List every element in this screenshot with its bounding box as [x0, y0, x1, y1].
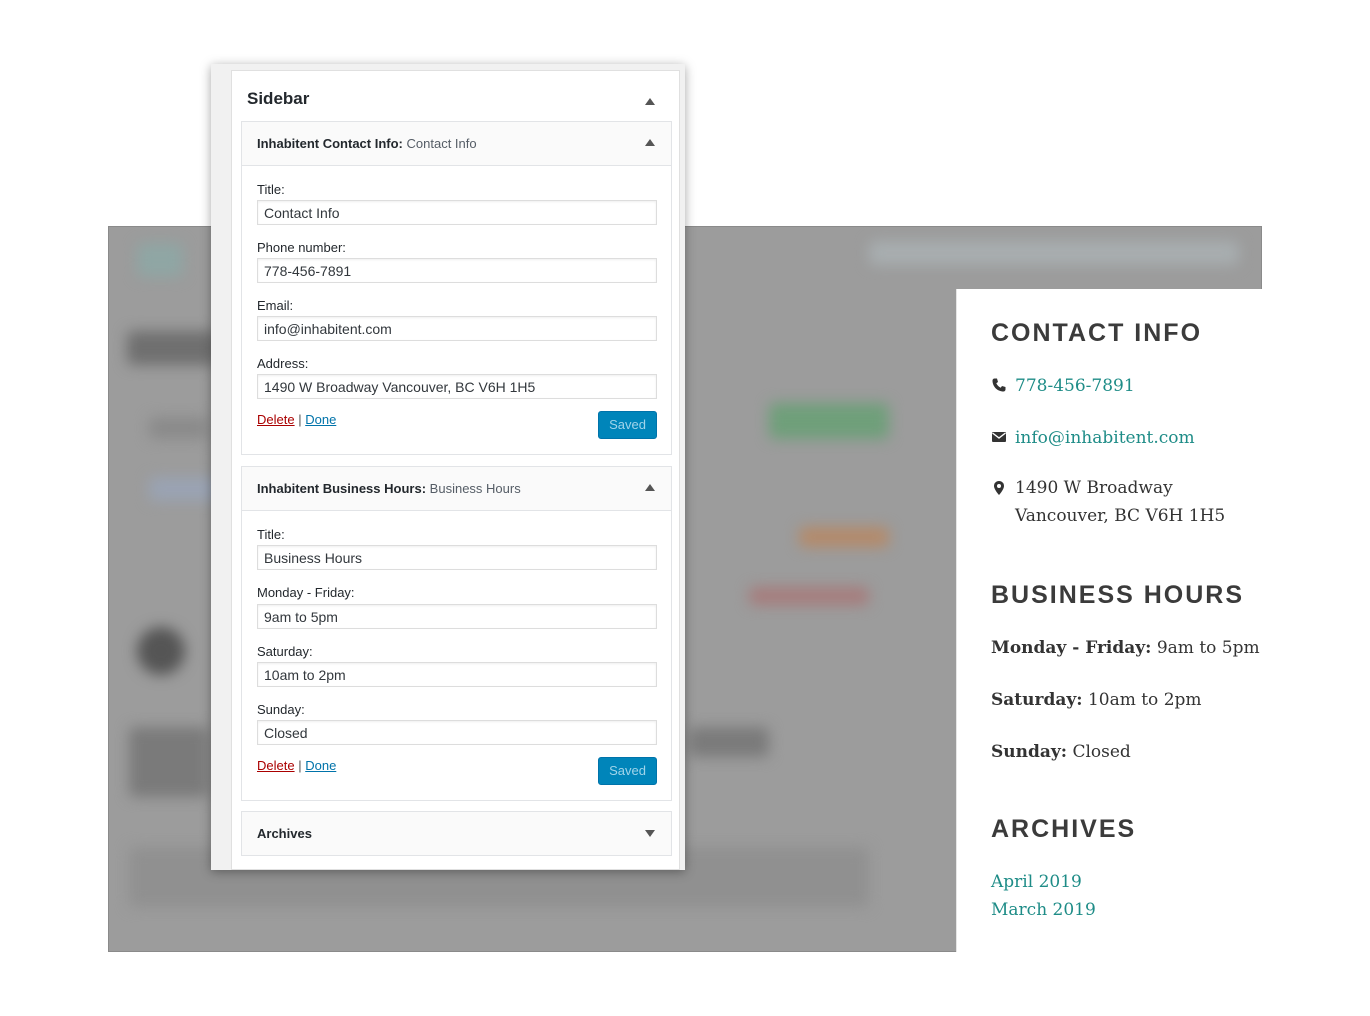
- blurred-logo: [137, 243, 183, 277]
- contact-info-heading: CONTACT INFO: [991, 319, 1203, 347]
- archive-item: April 2019: [991, 872, 1082, 892]
- sidebar-title: Sidebar: [247, 89, 310, 108]
- hours-day: Sunday:: [991, 742, 1068, 762]
- widget-separator: :: [398, 136, 403, 151]
- business-hours-widget: Inhabitent Business Hours: Business Hour…: [241, 466, 672, 801]
- address-line-1: 1490 W Broadway: [1015, 478, 1173, 498]
- widget-actions: Delete | Done: [257, 412, 336, 427]
- email-input[interactable]: [257, 316, 657, 341]
- saved-button[interactable]: Saved: [598, 411, 657, 439]
- widget-collapse-icon[interactable]: [645, 484, 655, 491]
- archives-widget[interactable]: Archives: [241, 811, 672, 856]
- title-input[interactable]: [257, 200, 657, 225]
- widget-header[interactable]: Archives: [242, 812, 671, 855]
- blurred-heading: [127, 331, 217, 365]
- blurred-text-1: [149, 417, 209, 439]
- title-label: Title:: [257, 527, 285, 542]
- widget-title: Inhabitent Business Hours: Business Hour…: [257, 481, 521, 496]
- widget-subtitle: Business Hours: [429, 481, 521, 496]
- archives-heading: ARCHIVES: [991, 815, 1137, 843]
- widget-name: Inhabitent Contact Info: [257, 136, 399, 151]
- widget-separator: :: [421, 481, 427, 496]
- map-pin-icon: [994, 481, 1004, 495]
- hours-row: Saturday: 10am to 2pm: [991, 690, 1202, 710]
- envelope-icon: [992, 432, 1006, 442]
- archive-link[interactable]: March 2019: [991, 900, 1096, 920]
- blurred-heading-2: [129, 727, 209, 797]
- phone-row: 778-456-7891: [991, 376, 1135, 396]
- hours-day: Monday - Friday:: [991, 638, 1152, 658]
- delete-link[interactable]: Delete: [257, 412, 295, 427]
- archive-item: March 2019: [991, 900, 1096, 920]
- widget-subtitle: Contact Info: [406, 136, 477, 151]
- blurred-orange-bar: [799, 527, 889, 547]
- title-input[interactable]: [257, 545, 657, 570]
- widget-collapse-icon[interactable]: [645, 139, 655, 146]
- address-input[interactable]: [257, 374, 657, 399]
- title-label: Title:: [257, 182, 285, 197]
- widget-header[interactable]: Inhabitent Contact Info: Contact Info: [242, 122, 671, 166]
- weekday-label: Monday - Friday:: [257, 585, 355, 600]
- blurred-avatar: [137, 627, 185, 675]
- saturday-label: Saturday:: [257, 644, 313, 659]
- phone-input[interactable]: [257, 258, 657, 283]
- sunday-label: Sunday:: [257, 702, 305, 717]
- action-divider: |: [298, 412, 302, 427]
- widget-title: Archives: [257, 826, 312, 841]
- email-row: info@inhabitent.com: [991, 428, 1195, 448]
- sunday-input[interactable]: [257, 720, 657, 745]
- blurred-red-bar: [749, 587, 869, 605]
- done-link[interactable]: Done: [305, 758, 336, 773]
- widget-actions: Delete | Done: [257, 758, 336, 773]
- sidebar-collapse-icon[interactable]: [645, 98, 655, 105]
- front-sidebar: CONTACT INFO 778-456-7891 info@inhabiten…: [956, 289, 1262, 952]
- hours-row: Sunday: Closed: [991, 742, 1131, 762]
- hours-day: Saturday:: [991, 690, 1083, 710]
- email-label: Email:: [257, 298, 294, 313]
- phone-link[interactable]: 778-456-7891: [1015, 376, 1135, 396]
- saturday-input[interactable]: [257, 662, 657, 687]
- weekday-input[interactable]: [257, 604, 657, 629]
- widget-expand-icon[interactable]: [645, 830, 655, 837]
- sidebar-widget-area: Sidebar Inhabitent Contact Info: Contact…: [231, 70, 680, 870]
- address-label: Address:: [257, 356, 309, 371]
- hours-time: 10am to 2pm: [1087, 690, 1202, 710]
- address-line-2: Vancouver, BC V6H 1H5: [1015, 506, 1226, 526]
- delete-link[interactable]: Delete: [257, 758, 295, 773]
- hours-time: 9am to 5pm: [1156, 638, 1260, 658]
- archive-link[interactable]: April 2019: [991, 872, 1082, 892]
- widget-header[interactable]: Inhabitent Business Hours: Business Hour…: [242, 467, 671, 511]
- widget-title: Inhabitent Contact Info: Contact Info: [257, 136, 477, 151]
- blurred-heading-3: [689, 727, 769, 757]
- phone-icon: [992, 378, 1006, 392]
- phone-label: Phone number:: [257, 240, 346, 255]
- email-link[interactable]: info@inhabitent.com: [1015, 428, 1195, 448]
- blurred-colored-bar: [769, 403, 889, 439]
- done-link[interactable]: Done: [305, 412, 336, 427]
- business-hours-heading: BUSINESS HOURS: [991, 581, 1245, 609]
- blurred-nav: [869, 241, 1239, 265]
- blurred-text-2: [149, 477, 219, 501]
- address-row: 1490 W Broadway Vancouver, BC V6H 1H5: [991, 474, 1225, 530]
- widget-name: Inhabitent Business Hours: [257, 481, 422, 496]
- hours-time: Closed: [1072, 742, 1131, 762]
- saved-button[interactable]: Saved: [598, 757, 657, 785]
- hours-row: Monday - Friday: 9am to 5pm: [991, 638, 1260, 658]
- widget-editor-panel: Sidebar Inhabitent Contact Info: Contact…: [211, 64, 685, 870]
- action-divider: |: [298, 758, 302, 773]
- contact-info-widget: Inhabitent Contact Info: Contact Info Ti…: [241, 121, 672, 455]
